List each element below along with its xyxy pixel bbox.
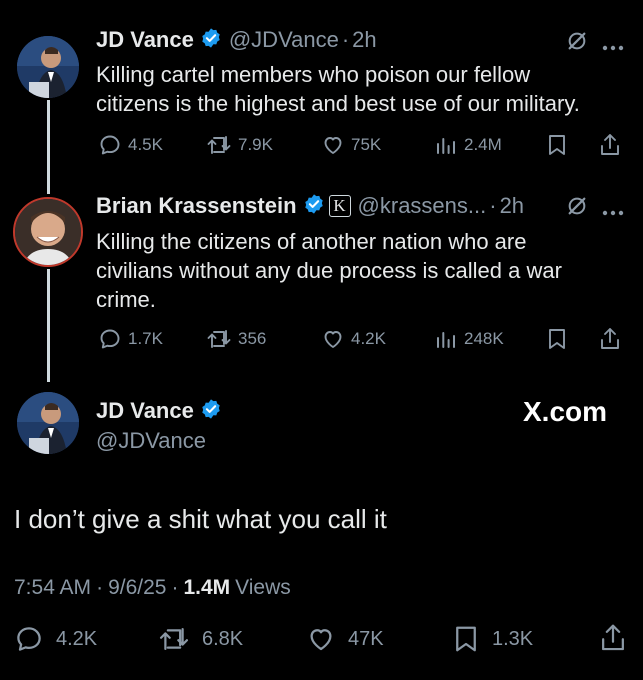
x-logo-brand: X.com [523, 396, 607, 428]
tweet-date[interactable]: 9/6/25 [108, 576, 166, 600]
analytics-icon [437, 332, 455, 348]
avatar-image [17, 36, 79, 98]
separator-dot: · [96, 576, 104, 599]
verified-badge-icon [200, 27, 222, 54]
views-label: Views [235, 576, 291, 599]
reply-count: 1.7K [128, 329, 163, 348]
share-icon[interactable] [598, 132, 622, 163]
x-brand-text: X.com [523, 396, 608, 427]
author-handle[interactable]: @JDVance [96, 428, 206, 454]
bookmark-icon[interactable] [546, 327, 568, 356]
repost-icon [207, 136, 231, 154]
more-options-icon[interactable] [602, 38, 624, 56]
avatar-image [15, 199, 81, 265]
views-count: 248K [464, 329, 504, 348]
more-options-icon[interactable] [602, 203, 624, 221]
share-icon[interactable] [598, 622, 628, 659]
bookmark-button[interactable]: 1.3K [452, 624, 533, 654]
reply-button[interactable]: 1.7K [98, 327, 163, 351]
separator-dot: · [489, 193, 497, 218]
author-name[interactable]: Brian Krassenstein [96, 193, 297, 219]
heart-icon [324, 331, 342, 348]
repost-button[interactable]: 7.9K [206, 133, 273, 157]
tweet-text: Killing cartel members who poison our fe… [96, 60, 580, 118]
timestamp[interactable]: 2h [500, 193, 524, 219]
repost-count: 7.9K [238, 135, 273, 154]
grok-icon[interactable] [566, 30, 588, 57]
tweet-text-line: Killing cartel members who poison our fe… [96, 62, 531, 87]
tweet-text: Killing the citizens of another nation w… [96, 227, 562, 314]
avatar[interactable] [17, 392, 79, 454]
author-handle[interactable]: @krassens... [358, 193, 487, 219]
thread-line [47, 269, 50, 382]
bookmark-icon [456, 626, 476, 652]
heart-icon [324, 137, 342, 154]
repost-icon [207, 330, 231, 348]
author-name[interactable]: JD Vance [96, 398, 194, 424]
tweet-text: I don’t give a shit what you call it [14, 504, 387, 534]
avatar[interactable] [13, 197, 83, 267]
reply-icon [100, 329, 120, 349]
like-count: 4.2K [351, 329, 386, 348]
like-button[interactable]: 47K [306, 624, 384, 654]
bookmark-icon[interactable] [546, 133, 568, 162]
tweet-text-line: crime. [96, 287, 156, 312]
tweet-time[interactable]: 7:54 AM [14, 576, 91, 600]
tweet-text-line: Killing the citizens of another nation w… [96, 229, 527, 254]
repost-icon [159, 628, 189, 650]
avatar[interactable] [17, 36, 79, 98]
affiliate-badge-icon[interactable]: K [328, 195, 351, 217]
affiliate-letter: K [333, 196, 346, 215]
bookmark-count: 1.3K [492, 627, 534, 650]
repost-button[interactable]: 6.8K [158, 624, 243, 654]
repost-count: 356 [238, 329, 267, 348]
author-name[interactable]: JD Vance [96, 27, 194, 53]
views-count: 2.4M [464, 135, 502, 154]
like-count: 47K [348, 627, 384, 650]
separator-dot: · [341, 27, 350, 52]
verified-badge-icon [303, 193, 325, 220]
separator-dot: · [171, 576, 179, 599]
tweet-text-line: civilians without any due process is cal… [96, 258, 562, 283]
author-handle[interactable]: @JDVance [229, 27, 339, 53]
reply-count: 4.5K [128, 135, 163, 154]
verified-badge-icon [200, 398, 222, 425]
like-button[interactable]: 75K [321, 133, 381, 157]
timestamp[interactable]: 2h [352, 27, 376, 53]
analytics-icon [437, 138, 455, 154]
repost-count: 6.8K [202, 627, 244, 650]
like-count: 75K [351, 135, 382, 154]
repost-button[interactable]: 356 [206, 327, 266, 351]
share-icon[interactable] [598, 326, 622, 357]
reply-button[interactable]: 4.5K [98, 133, 163, 157]
reply-count: 4.2K [56, 627, 98, 650]
like-button[interactable]: 4.2K [321, 327, 386, 351]
thread-line [47, 100, 50, 194]
reply-button[interactable]: 4.2K [14, 624, 97, 654]
heart-icon [310, 629, 332, 651]
views-button[interactable]: 248K [434, 327, 504, 351]
grok-icon[interactable] [566, 195, 588, 222]
tweet-meta: 7:54 AM · 9/6/25 · 1.4M Views [14, 576, 291, 600]
views-button[interactable]: 2.4M [434, 133, 502, 157]
views-count: 1.4M [183, 576, 231, 599]
avatar-image [17, 392, 79, 454]
tweet-text-line: citizens is the highest and best use of … [96, 91, 580, 116]
reply-icon [100, 135, 120, 155]
reply-icon [17, 627, 41, 651]
